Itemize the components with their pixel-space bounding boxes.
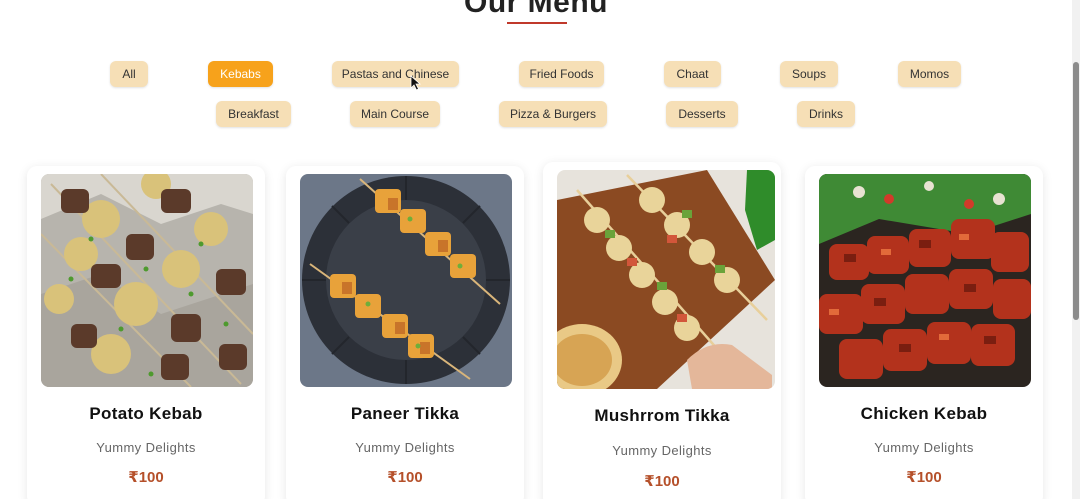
filter-drinks[interactable]: Drinks xyxy=(797,101,855,127)
filter-kebabs[interactable]: Kebabs xyxy=(208,61,273,87)
filter-pizza-burgers[interactable]: Pizza & Burgers xyxy=(499,101,607,127)
paneer-tikka-image xyxy=(300,174,512,387)
mushrrom-tikka-image xyxy=(557,170,775,389)
filter-pastas-and-chinese[interactable]: Pastas and Chinese xyxy=(332,61,459,87)
filter-fried-foods[interactable]: Fried Foods xyxy=(519,61,604,87)
item-price: ₹100 xyxy=(128,469,164,486)
item-subtitle: Yummy Delights xyxy=(874,440,974,455)
item-subtitle: Yummy Delights xyxy=(96,440,196,455)
menu-card-potato-kebab[interactable]: Potato Kebab Yummy Delights ₹100 xyxy=(27,166,265,499)
filter-desserts[interactable]: Desserts xyxy=(666,101,738,127)
filter-all[interactable]: All xyxy=(110,61,148,87)
scrollbar-track[interactable] xyxy=(1072,0,1080,499)
filter-soups[interactable]: Soups xyxy=(780,61,838,87)
heading-underline xyxy=(507,22,567,24)
filter-momos[interactable]: Momos xyxy=(898,61,961,87)
item-price: ₹100 xyxy=(906,469,942,486)
chicken-kebab-image xyxy=(819,174,1031,387)
mouse-cursor-icon xyxy=(410,75,422,91)
item-subtitle: Yummy Delights xyxy=(612,443,712,458)
menu-card-chicken-kebab[interactable]: Chicken Kebab Yummy Delights ₹100 xyxy=(805,166,1043,499)
potato-kebab-image xyxy=(41,174,253,387)
item-price: ₹100 xyxy=(387,469,423,486)
item-subtitle: Yummy Delights xyxy=(355,440,455,455)
menu-card-mushrrom-tikka[interactable]: Mushrrom Tikka Yummy Delights ₹100 xyxy=(543,162,781,499)
item-name: Chicken Kebab xyxy=(860,404,988,423)
menu-heading: Our Menu xyxy=(464,0,608,19)
item-name: Potato Kebab xyxy=(89,404,203,423)
filter-breakfast[interactable]: Breakfast xyxy=(216,101,291,127)
item-name: Paneer Tikka xyxy=(350,404,460,423)
filter-chaat[interactable]: Chaat xyxy=(664,61,721,87)
item-name: Mushrrom Tikka xyxy=(594,406,730,425)
menu-page: Our Menu All Kebabs Pastas and Chinese F… xyxy=(0,0,1080,499)
menu-card-paneer-tikka[interactable]: Paneer Tikka Yummy Delights ₹100 xyxy=(286,166,524,499)
item-price: ₹100 xyxy=(644,473,680,490)
scrollbar-thumb[interactable] xyxy=(1073,62,1079,320)
filter-main-course[interactable]: Main Course xyxy=(350,101,440,127)
